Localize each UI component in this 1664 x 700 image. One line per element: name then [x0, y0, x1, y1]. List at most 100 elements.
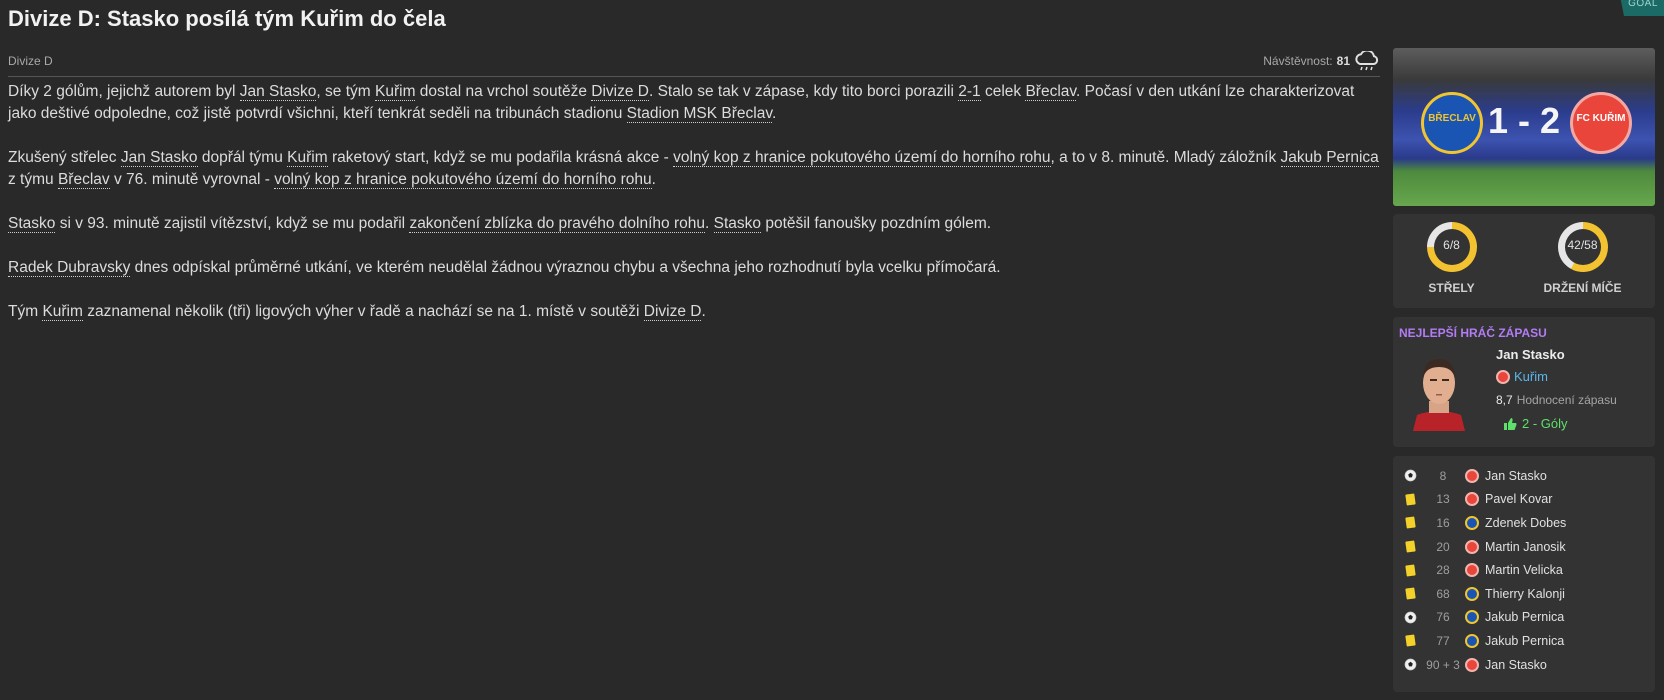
event-player[interactable]: Martin Janosik — [1483, 540, 1566, 554]
article-link[interactable]: Divize D — [643, 303, 702, 321]
possession-value: 42/58 — [1567, 238, 1598, 252]
event-player[interactable]: Martin Velicka — [1483, 563, 1563, 577]
possession-label: DRŽENÍ MÍČE — [1543, 281, 1622, 295]
best-player-name[interactable]: Jan Stasko — [1496, 347, 1565, 362]
article-text: celek — [980, 83, 1026, 100]
event-row: 13 Pavel Kovar — [1393, 488, 1655, 512]
event-row: 76 Jakub Pernica — [1393, 606, 1655, 630]
yellow-card-icon — [1393, 493, 1421, 506]
best-player-goals: 2 - Góly — [1503, 416, 1568, 431]
article-link[interactable]: Stasko — [8, 215, 56, 233]
article-link[interactable]: Jan Stasko — [239, 83, 317, 101]
event-minute: 77 — [1436, 633, 1450, 648]
article-paragraph: Díky 2 gólům, jejichž autorem byl Jan St… — [8, 81, 1380, 125]
event-minute: 76 — [1436, 610, 1450, 625]
article-column: Divize D Návštěvnost: 81 Díky 2 gólům, j… — [8, 50, 1380, 345]
event-minute: 68 — [1436, 586, 1450, 601]
article-text: . — [771, 105, 777, 122]
article-link[interactable]: Břeclav — [57, 171, 110, 189]
scoreboard[interactable]: BŘECLAV 1 - 2 FC KUŘIM — [1393, 48, 1655, 206]
article-text: Díky 2 gólům, jejichž autorem byl — [8, 83, 240, 100]
goals-label: 2 - Góly — [1522, 416, 1568, 431]
event-player[interactable]: Jakub Pernica — [1483, 634, 1564, 648]
stat-possession: 42/58 DRŽENÍ MÍČE — [1544, 222, 1622, 308]
attendance: Návštěvnost: 81 — [1263, 51, 1380, 71]
event-player[interactable]: Pavel Kovar — [1483, 492, 1552, 506]
article-link[interactable]: volný kop z hranice pokutového území do … — [673, 149, 1051, 167]
article-link[interactable]: Kuřim — [287, 149, 328, 167]
best-player-card: NEJLEPŠÍ HRÁČ ZÁPASU Jan Stasko Kuřim 8,… — [1393, 317, 1655, 447]
best-player-rating: 8,7 Hodnocení zápasu — [1496, 393, 1617, 407]
away-team-crest-icon — [1465, 563, 1483, 578]
attendance-label: Návštěvnost: — [1263, 54, 1333, 68]
rating-label: Hodnocení zápasu — [1516, 393, 1617, 407]
article-paragraph: Stasko si v 93. minutě zajistil vítězstv… — [8, 213, 1380, 235]
event-minute: 16 — [1436, 515, 1450, 530]
event-row: 68 Thierry Kalonji — [1393, 582, 1655, 606]
event-row: 28 Martin Velicka — [1393, 558, 1655, 582]
article-body: Díky 2 gólům, jejichž autorem byl Jan St… — [8, 81, 1380, 323]
yellow-card-icon — [1393, 564, 1421, 577]
article-text: , a to v 8. minutě. Mladý záložník — [1050, 149, 1281, 166]
article-link[interactable]: Jan Stasko — [120, 149, 198, 167]
event-row: 77 Jakub Pernica — [1393, 629, 1655, 653]
article-link[interactable]: Kuřim — [42, 303, 83, 321]
article-paragraph: Radek Dubravsky dnes odpískal průměrné u… — [8, 257, 1380, 279]
goal-ball-icon — [1393, 469, 1421, 482]
meta-row: Divize D Návštěvnost: 81 — [8, 50, 1380, 77]
article-link[interactable]: Stasko — [713, 215, 762, 233]
best-player-team-label: Kuřim — [1514, 369, 1548, 384]
article-text: v 76. minutě vyrovnal - — [109, 171, 275, 188]
goal-badge: GOAL — [1620, 0, 1664, 16]
yellow-card-icon — [1393, 516, 1421, 530]
rating-value: 8,7 — [1496, 393, 1513, 407]
event-player[interactable]: Thierry Kalonji — [1483, 587, 1565, 601]
event-player[interactable]: Jan Stasko — [1483, 658, 1547, 672]
goal-ball-icon — [1393, 658, 1421, 671]
rain-cloud-icon — [1355, 51, 1379, 71]
article-link[interactable]: Jakub Pernica — [1280, 149, 1379, 167]
article-link[interactable]: Divize D — [591, 83, 649, 101]
article-text: Zkušený střelec — [8, 149, 121, 166]
article-text: Tým — [8, 303, 43, 320]
player-photo[interactable] — [1409, 349, 1469, 431]
event-minute: 13 — [1436, 492, 1450, 507]
player-photo-image — [1413, 359, 1465, 431]
home-team-crest-icon — [1465, 586, 1483, 601]
event-row: 8 Jan Stasko — [1393, 464, 1655, 488]
article-text: . — [651, 171, 656, 188]
article-link[interactable]: zakončení zblízka do pravého dolního roh… — [409, 215, 705, 233]
event-player[interactable]: Jakub Pernica — [1483, 610, 1564, 624]
article-link[interactable]: volný kop z hranice pokutového území do … — [274, 171, 652, 189]
competition-link[interactable]: Divize D — [8, 54, 53, 68]
article-text: potěšil fanoušky pozdním gólem. — [761, 215, 992, 232]
away-team-crest-icon — [1465, 468, 1483, 483]
article-paragraph: Zkušený střelec Jan Stasko dopřál týmu K… — [8, 147, 1380, 191]
article-text: . Stalo se tak v zápase, kdy tito borci … — [648, 83, 959, 100]
thumbs-up-icon — [1504, 417, 1517, 430]
event-player[interactable]: Jan Stasko — [1483, 469, 1547, 483]
away-team-crest-icon — [1465, 539, 1483, 554]
away-team-crest-icon — [1465, 492, 1483, 507]
article-text: . — [705, 215, 714, 232]
article-link[interactable]: Kuřim — [375, 83, 416, 101]
article-text: dostal na vrchol soutěže — [415, 83, 592, 100]
article-link[interactable]: Stadion MSK Břeclav — [626, 105, 772, 123]
article-text: dnes odpískal průměrné utkání, ve kterém… — [130, 259, 1001, 276]
article-text: dopřál týmu — [197, 149, 288, 166]
article-text: raketový start, když se mu podařila krás… — [327, 149, 674, 166]
yellow-card-icon — [1393, 540, 1421, 553]
match-events: 8 Jan Stasko 13 Pavel Kovar 16 Zdenek Dobes 20… — [1393, 456, 1655, 692]
away-crest-icon: FC KUŘIM — [1570, 92, 1632, 154]
article-link[interactable]: Radek Dubravsky — [8, 259, 131, 277]
stat-shots: 6/8 STŘELY — [1426, 222, 1477, 308]
event-player[interactable]: Zdenek Dobes — [1483, 516, 1566, 530]
away-team-crest-icon — [1465, 657, 1483, 672]
article-text: si v 93. minutě zajistil vítězství, když… — [55, 215, 410, 232]
shots-value: 6/8 — [1443, 238, 1460, 252]
article-paragraph: Tým Kuřim zaznamenal několik (tři) ligov… — [8, 301, 1380, 323]
article-link[interactable]: 2-1 — [958, 83, 981, 101]
best-player-team[interactable]: Kuřim — [1496, 369, 1548, 384]
event-row: 16 Zdenek Dobes — [1393, 511, 1655, 535]
article-link[interactable]: Břeclav — [1025, 83, 1077, 101]
